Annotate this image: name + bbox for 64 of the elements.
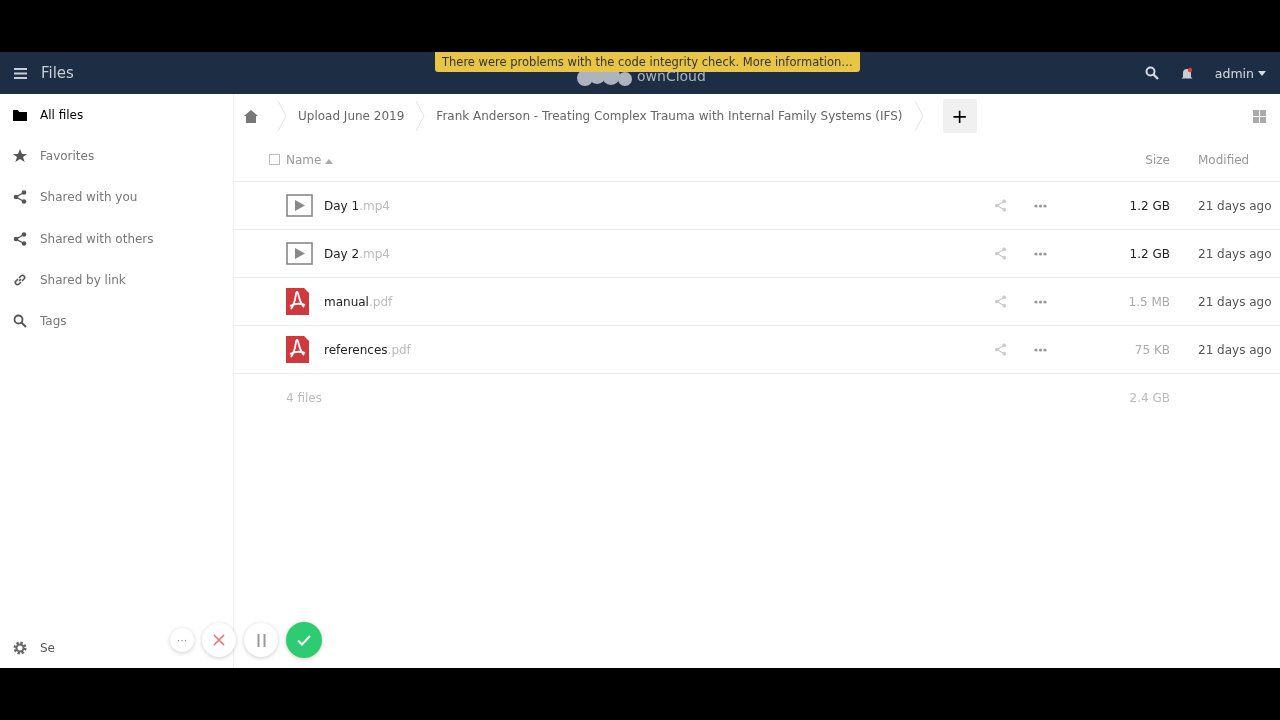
pdf-file-icon xyxy=(286,336,309,363)
breadcrumb-link[interactable]: Frank Anderson - Treating Complex Trauma with Internal Family Systems (IFS) xyxy=(426,109,913,123)
file-size: 75 KB xyxy=(1133,342,1170,357)
more-icon[interactable] xyxy=(1034,203,1047,208)
more-button[interactable]: ··· xyxy=(170,628,194,652)
share-icon xyxy=(13,231,27,246)
file-name[interactable]: references.pdf xyxy=(324,342,994,357)
file-count: 4 files xyxy=(286,391,323,405)
gear-icon xyxy=(13,641,27,655)
folder-icon xyxy=(13,108,27,121)
link-icon xyxy=(13,272,27,287)
file-name[interactable]: manual.pdf xyxy=(324,294,994,309)
sidebar-item[interactable]: All files xyxy=(0,94,233,136)
modified-date: 21 days ago xyxy=(1197,246,1273,261)
pause-icon xyxy=(256,633,266,647)
more-icon[interactable] xyxy=(1034,347,1047,352)
breadcrumb-link[interactable]: Upload June 2019 xyxy=(288,109,415,123)
modified-date: 21 days ago xyxy=(1197,198,1273,213)
file-name[interactable]: Day 1.mp4 xyxy=(324,198,994,213)
chevron-separator-icon xyxy=(912,101,925,131)
sidebar-item[interactable]: Shared by link xyxy=(0,259,233,301)
finish-button[interactable] xyxy=(286,622,322,658)
share-icon[interactable] xyxy=(994,247,1007,260)
video-file-icon xyxy=(286,242,313,265)
video-file-icon xyxy=(286,194,313,217)
pdf-file-icon xyxy=(286,288,309,315)
sidebar-item[interactable]: Favorites xyxy=(0,135,233,177)
modified-date: 21 days ago xyxy=(1197,342,1273,357)
share-icon xyxy=(13,190,27,205)
sidebar-item[interactable]: Tags xyxy=(0,300,233,342)
sort-up-icon xyxy=(325,158,334,164)
modified-date: 21 days ago xyxy=(1197,294,1273,309)
checkmark-icon xyxy=(297,634,311,646)
file-size: 1.2 GB xyxy=(1128,246,1170,261)
file-name[interactable]: Day 2.mp4 xyxy=(324,246,994,261)
chevron-separator-icon xyxy=(276,101,288,131)
more-icon[interactable] xyxy=(1034,299,1047,304)
close-icon xyxy=(213,634,225,646)
share-icon[interactable] xyxy=(994,199,1007,212)
file-size: 1.2 GB xyxy=(1128,198,1170,213)
search-icon[interactable] xyxy=(1144,66,1159,80)
file-size: 1.5 MB xyxy=(1127,294,1170,309)
caret-icon xyxy=(1258,70,1266,76)
grid-view-icon[interactable] xyxy=(1253,109,1266,123)
chevron-separator-icon xyxy=(414,101,427,131)
pause-button[interactable] xyxy=(244,623,278,657)
integrity-warning[interactable]: There were problems with the code integrity check. More information… xyxy=(435,52,860,72)
search-icon xyxy=(13,314,27,329)
menu-icon[interactable] xyxy=(14,67,27,79)
new-button[interactable]: + xyxy=(942,99,977,133)
star-icon xyxy=(13,148,27,163)
share-icon[interactable] xyxy=(994,295,1007,308)
cancel-button[interactable] xyxy=(202,623,236,657)
sidebar-item[interactable]: Shared with others xyxy=(0,217,233,260)
total-size: 2.4 GB xyxy=(1128,391,1170,405)
bell-icon[interactable] xyxy=(1180,66,1193,80)
more-icon[interactable] xyxy=(1034,251,1047,256)
user-menu[interactable]: admin xyxy=(1214,65,1266,81)
home-icon[interactable] xyxy=(244,109,258,123)
select-all-checkbox[interactable] xyxy=(269,154,280,165)
settings-link[interactable]: Se xyxy=(0,628,59,668)
app-title: Files xyxy=(41,64,74,82)
share-icon[interactable] xyxy=(994,343,1007,356)
sidebar-item[interactable]: Shared with you xyxy=(0,176,233,218)
